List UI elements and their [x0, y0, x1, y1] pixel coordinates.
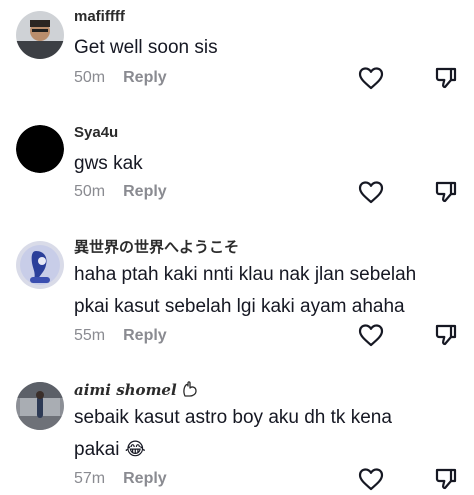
heart-outline-icon[interactable] — [358, 180, 384, 204]
comment-time: 50m — [74, 69, 106, 86]
reply-button[interactable]: Reply — [123, 183, 167, 201]
reply-button[interactable]: Reply — [123, 69, 167, 87]
thumbs-down-outline-icon[interactable] — [434, 66, 458, 90]
comment-meta: 55m Reply — [74, 327, 167, 345]
comment-meta: 50m Reply — [74, 69, 167, 87]
comment-text-line-1: sebaik kasut astro boy aku dh tk kena — [74, 407, 392, 428]
comment-text-line-2-text: pakai — [74, 439, 120, 460]
comment-item: Sya4u gws kak 50m Reply — [0, 115, 474, 215]
comment-username[interactable]: Sya4u — [74, 124, 118, 141]
comment-time: 55m — [74, 327, 106, 344]
comment-username-text: aimi shomel — [74, 381, 177, 399]
reply-button[interactable]: Reply — [123, 327, 167, 345]
comment-item: aimi shomel sebaik kasut astro boy aku d… — [0, 372, 474, 495]
comment-username[interactable]: mafiffff — [74, 8, 125, 25]
avatar[interactable] — [16, 382, 64, 430]
thumbs-down-outline-icon[interactable] — [434, 180, 458, 204]
thumbs-down-outline-icon[interactable] — [434, 467, 458, 491]
heart-outline-icon[interactable] — [358, 66, 384, 90]
heart-outline-icon[interactable] — [358, 467, 384, 491]
comment-item: 異世界の世界へようこそ haha ptah kaki nnti klau nak… — [0, 230, 474, 360]
comment-meta: 50m Reply — [74, 183, 167, 201]
comment-time: 50m — [74, 183, 106, 200]
avatar[interactable] — [16, 125, 64, 173]
reply-button[interactable]: Reply — [123, 470, 167, 488]
heart-outline-icon[interactable] — [358, 323, 384, 347]
comment-item: mafiffff Get well soon sis 50m Reply — [0, 0, 474, 100]
comment-time: 57m — [74, 470, 106, 487]
comment-text: Get well soon sis — [74, 37, 218, 58]
comment-username[interactable]: aimi shomel — [74, 380, 198, 399]
comment-meta: 57m Reply — [74, 470, 167, 488]
comment-text: gws kak — [74, 153, 143, 174]
avatar[interactable] — [16, 11, 64, 59]
heart-hand-icon — [183, 381, 197, 397]
comment-text-line-2: pakai 😂 — [74, 434, 146, 465]
comment-username[interactable]: 異世界の世界へようこそ — [74, 236, 239, 257]
laughing-emoji: 😂 — [124, 439, 146, 460]
avatar[interactable] — [16, 241, 64, 289]
thumbs-down-outline-icon[interactable] — [434, 323, 458, 347]
comment-text-line-2: pkai kasut sebelah lgi kaki ayam ahaha — [74, 296, 405, 317]
comment-text-line-1: haha ptah kaki nnti klau nak jlan sebela… — [74, 264, 417, 285]
